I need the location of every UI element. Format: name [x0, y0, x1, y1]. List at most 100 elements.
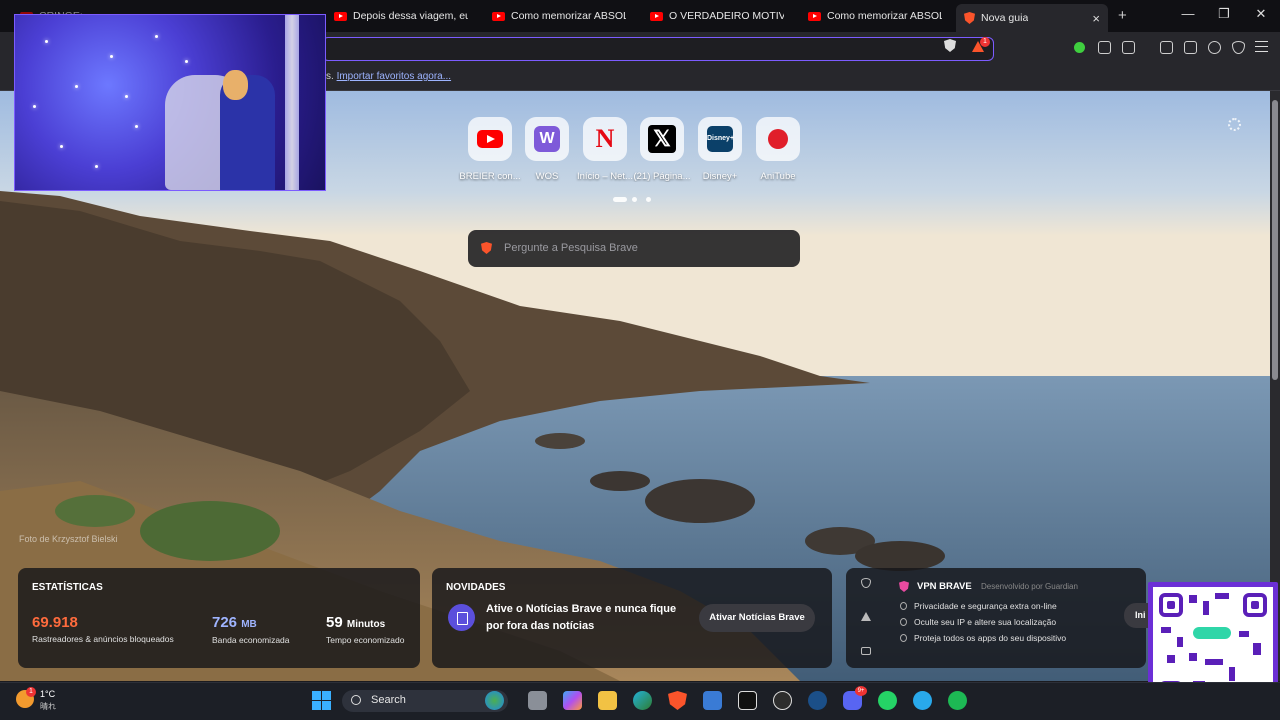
tab-youtube-3[interactable]: Como memorizar ABSOLUTA: [484, 4, 634, 28]
qr-module: [1229, 667, 1235, 681]
top-site-tile[interactable]: 𝕏: [640, 117, 684, 161]
taskbar-search-label: Search: [371, 694, 406, 706]
time-label: Tempo economizado: [326, 635, 405, 645]
top-sites-page-dot[interactable]: [646, 197, 651, 202]
extension-status-icon[interactable]: [1074, 42, 1085, 53]
top-site-disney[interactable]: Disney+ Disney+: [688, 117, 752, 182]
steam-icon[interactable]: [808, 691, 827, 710]
light-dot: [185, 60, 188, 63]
qr-module: [1177, 637, 1183, 647]
tab-title: Como memorizar ABSOLUTA: [511, 10, 626, 22]
top-site-tile[interactable]: [468, 117, 512, 161]
windows-start-button[interactable]: [312, 691, 331, 710]
tab-youtube-4[interactable]: O VERDADEIRO MOTIVO DE: [642, 4, 792, 28]
new-tab-button[interactable]: +: [1118, 7, 1127, 24]
top-sites-page-dot[interactable]: [632, 197, 637, 202]
qr-module: [1205, 659, 1223, 665]
top-site-tile[interactable]: N: [583, 117, 627, 161]
qr-center-logo: [1193, 627, 1231, 639]
youtube-icon: [334, 11, 347, 21]
wallet-icon[interactable]: [1184, 41, 1197, 54]
disney-icon: Disney+: [707, 126, 734, 152]
x-icon: 𝕏: [648, 125, 676, 153]
copilot-icon[interactable]: [563, 691, 582, 710]
trackers-label: Rastreadores & anúncios bloqueados: [32, 634, 174, 644]
qr-module: [1167, 655, 1175, 663]
top-site-x[interactable]: 𝕏 (21) Página...: [630, 117, 694, 182]
top-site-label: BREIER con...: [459, 171, 521, 182]
youtube-icon: [492, 11, 505, 21]
qr-module: [1189, 595, 1197, 603]
bandwidth-label: Banda economizada: [212, 635, 290, 645]
light-dot: [125, 95, 128, 98]
capcut-icon[interactable]: [738, 691, 757, 710]
vpn-feature: Oculte seu IP e altere sua localização: [914, 617, 1057, 627]
address-bar[interactable]: [322, 37, 994, 61]
top-site-tile[interactable]: [756, 117, 800, 161]
qr-finder: [1159, 593, 1183, 617]
google-earth-icon[interactable]: [485, 691, 504, 710]
qr-module: [1253, 643, 1261, 655]
taskbar-search[interactable]: [342, 690, 508, 712]
whatsapp-icon[interactable]: [878, 691, 897, 710]
scrollbar-thumb[interactable]: [1272, 100, 1278, 380]
qr-module: [1239, 631, 1249, 637]
menu-icon[interactable]: [1255, 41, 1268, 52]
vpn-provider: Desenvolvido por Guardian: [981, 582, 1078, 591]
youtube-icon: [650, 11, 663, 21]
top-site-label: Início – Net...: [577, 171, 633, 182]
webcam-overlay: [14, 14, 326, 191]
rewards-badge: 1: [980, 37, 990, 47]
file-explorer-icon[interactable]: [598, 691, 617, 710]
youtube-icon: [477, 130, 503, 148]
extensions-icon[interactable]: [1098, 41, 1111, 54]
top-site-youtube[interactable]: BREIER con...: [458, 117, 522, 182]
gear-icon[interactable]: [1228, 118, 1241, 131]
tab-youtube-2[interactable]: Depois dessa viagem, eu pr: [326, 4, 476, 28]
telegram-icon[interactable]: [913, 691, 932, 710]
restore-icon[interactable]: ❐: [1214, 6, 1234, 22]
light-dot: [60, 145, 63, 148]
spotify-icon[interactable]: [948, 691, 967, 710]
close-tab-icon[interactable]: ×: [1092, 11, 1100, 26]
check-icon: [900, 634, 907, 642]
brave-icon: [964, 12, 975, 24]
edge-icon[interactable]: [633, 691, 652, 710]
import-bookmarks-link[interactable]: Importar favoritos agora...: [337, 71, 452, 82]
time-number: 59: [326, 614, 343, 631]
weather-condition[interactable]: 晴れ: [40, 701, 56, 712]
tab-youtube-5[interactable]: Como memorizar ABSOLUTA: [800, 4, 950, 28]
warning-icon[interactable]: [861, 612, 871, 621]
vpn-feature: Privacidade e segurança extra on-line: [914, 601, 1057, 611]
leo-ai-icon[interactable]: [1208, 41, 1221, 54]
files-icon[interactable]: [528, 691, 547, 710]
top-sites-page-dot-active[interactable]: [613, 197, 627, 202]
top-site-tile[interactable]: Disney+: [698, 117, 742, 161]
tab-search-icon[interactable]: [1122, 41, 1135, 54]
sidebar-icon[interactable]: [1160, 41, 1173, 54]
top-site-netflix[interactable]: N Início – Net...: [573, 117, 637, 182]
store-icon[interactable]: [703, 691, 722, 710]
bandwidth-value: 726 MB: [212, 614, 257, 631]
search-icon: [351, 695, 361, 705]
enable-news-button[interactable]: Ativar Notícias Brave: [699, 604, 815, 632]
weather-temperature[interactable]: 1°C: [40, 689, 55, 699]
photo-credit[interactable]: Foto de Krzysztof Bielski: [19, 534, 118, 544]
close-window-icon[interactable]: ✕: [1251, 6, 1271, 22]
light-dot: [155, 35, 158, 38]
tab-new-tab[interactable]: Nova guia ×: [956, 4, 1108, 32]
minimize-icon[interactable]: —: [1178, 6, 1198, 21]
qr-finder: [1243, 593, 1267, 617]
streamer-head: [223, 70, 248, 100]
top-site-wos[interactable]: W WOS: [515, 117, 579, 182]
search-placeholder[interactable]: Pergunte a Pesquisa Brave: [504, 242, 638, 254]
chatgpt-icon[interactable]: [773, 691, 792, 710]
top-site-tile[interactable]: W: [525, 117, 569, 161]
card-icon[interactable]: [861, 647, 871, 655]
light-dot: [95, 165, 98, 168]
apple-icon: [768, 129, 788, 149]
bookmarks-import-prompt: s. Importar favoritos agora...: [326, 71, 451, 82]
top-site-anitube[interactable]: AniTube: [746, 117, 810, 182]
tab-title: Como memorizar ABSOLUTA: [827, 10, 942, 22]
tab-title: O VERDADEIRO MOTIVO DE: [669, 10, 784, 22]
